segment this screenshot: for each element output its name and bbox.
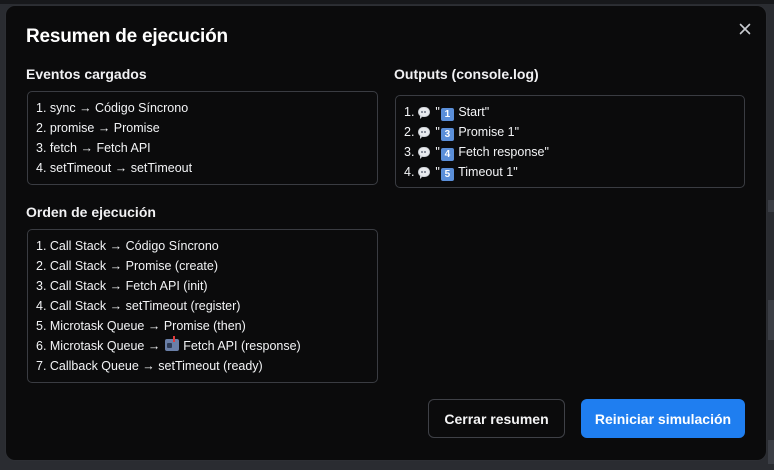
speech-bubble-icon (417, 167, 430, 179)
close-icon (739, 23, 751, 35)
loaded-events-list: 1. sync → Código Síncrono 2. promise → P… (27, 91, 378, 185)
keycap-icon: 3 (440, 128, 454, 141)
speech-bubble-icon (417, 107, 430, 119)
list-item-text: 2. Call Stack → Promise (create) (36, 259, 218, 273)
modal-title: Resumen de ejecución (26, 26, 228, 47)
list-item: 4. setTimeout → setTimeout (36, 161, 193, 175)
list-item: 3. Call Stack → Fetch API (init) (36, 276, 377, 296)
backdrop-edge-mark (768, 200, 774, 212)
output-text: Fetch response" (458, 145, 549, 159)
output-text: Promise 1" (458, 125, 520, 139)
backdrop-edge (0, 0, 774, 4)
output-item: 1. " 1 Start" (404, 102, 744, 122)
output-number: 1. (404, 105, 415, 119)
backdrop-edge-mark (768, 300, 774, 340)
output-item: 3. " 4 Fetch response" (404, 142, 744, 162)
list-item-text: 4. Call Stack → setTimeout (register) (36, 299, 241, 313)
quote-mark: " (435, 145, 440, 159)
output-number: 4. (404, 165, 415, 179)
execution-order-list: 1. Call Stack → Código Síncrono 2. Call … (27, 229, 378, 383)
speech-bubble-icon (417, 147, 430, 159)
list-item: 4. Call Stack → setTimeout (register) (36, 296, 377, 316)
keycap-icon: 5 (440, 168, 454, 181)
output-item: 4. " 5 Timeout 1" (404, 162, 744, 182)
outputs-title: Outputs (console.log) (394, 66, 539, 82)
list-item-text: 6. Microtask Queue → (36, 339, 164, 353)
keycap-icon: 4 (440, 148, 454, 161)
list-item-text: 7. Callback Queue → setTimeout (ready) (36, 359, 263, 373)
close-button[interactable] (736, 20, 754, 38)
list-item: 1. Call Stack → Código Síncrono (36, 236, 377, 256)
execution-summary-modal: Resumen de ejecución Eventos cargados 1.… (5, 5, 767, 461)
close-summary-button[interactable]: Cerrar resumen (428, 399, 565, 438)
mailbox-icon (164, 336, 179, 351)
list-item: 2. Call Stack → Promise (create) (36, 256, 377, 276)
quote-mark: " (435, 165, 440, 179)
output-number: 3. (404, 145, 415, 159)
list-item: 3. fetch → Fetch API (36, 141, 151, 155)
list-item-text: 3. Call Stack → Fetch API (init) (36, 279, 208, 293)
quote-mark: " (435, 105, 440, 119)
list-item: 7. Callback Queue → setTimeout (ready) (36, 356, 377, 376)
keycap-icon: 1 (440, 108, 454, 121)
restart-simulation-button[interactable]: Reiniciar simulación (581, 399, 745, 438)
list-item-text: 1. Call Stack → Código Síncrono (36, 239, 219, 253)
execution-order-title: Orden de ejecución (26, 204, 156, 220)
outputs-list: 1. " 1 Start" 2. " 3 Promise 1" 3. " 4 Fetc… (395, 95, 745, 188)
loaded-events-title: Eventos cargados (26, 66, 147, 82)
backdrop-edge-mark (768, 440, 774, 464)
list-item-text: 5. Microtask Queue → Promise (then) (36, 319, 246, 333)
output-number: 2. (404, 125, 415, 139)
output-text: Timeout 1" (458, 165, 518, 179)
speech-bubble-icon (417, 127, 430, 139)
quote-mark: " (435, 125, 440, 139)
list-item: 5. Microtask Queue → Promise (then) (36, 316, 377, 336)
list-item: 6. Microtask Queue → Fetch API (response… (36, 336, 377, 356)
list-item: 2. promise → Promise (36, 121, 160, 135)
output-text: Start" (458, 105, 490, 119)
list-item: 1. sync → Código Síncrono (36, 101, 189, 115)
list-item-text: Fetch API (response) (179, 339, 301, 353)
output-item: 2. " 3 Promise 1" (404, 122, 744, 142)
